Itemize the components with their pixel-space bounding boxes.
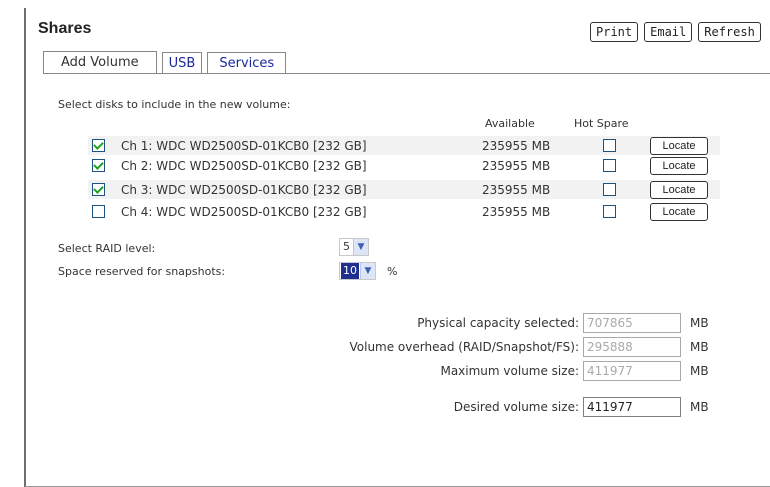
hot-spare-checkbox[interactable]: [603, 205, 616, 218]
locate-button[interactable]: Locate: [650, 136, 708, 155]
tab-usb[interactable]: USB: [161, 52, 203, 74]
physical-capacity-unit: MB: [690, 316, 709, 330]
snapshot-space-label: Space reserved for snapshots:: [58, 265, 226, 278]
disk-label: Ch 1: WDC WD2500SD-01KCB0 [232 GB]: [121, 138, 367, 153]
disk-available: 235955 MB: [482, 204, 551, 219]
tab-add-volume[interactable]: Add Volume: [43, 51, 157, 74]
volume-overhead-label: Volume overhead (RAID/Snapshot/FS):: [349, 340, 579, 354]
tab-services[interactable]: Services: [207, 52, 287, 74]
disk-available: 235955 MB: [482, 138, 551, 153]
print-button[interactable]: Print: [590, 22, 639, 42]
chevron-down-icon: ▼: [360, 263, 375, 279]
raid-level-value: 5: [343, 240, 350, 253]
locate-button[interactable]: Locate: [650, 156, 708, 175]
disk-label: Ch 3: WDC WD2500SD-01KCB0 [232 GB]: [121, 182, 367, 197]
physical-capacity-label: Physical capacity selected:: [417, 316, 579, 330]
disk-available: 235955 MB: [482, 158, 551, 173]
locate-button[interactable]: Locate: [650, 180, 708, 199]
available-column-header: Available: [485, 117, 535, 130]
top-toolbar: Print Email Refresh: [590, 22, 761, 42]
refresh-button[interactable]: Refresh: [698, 22, 761, 42]
max-volume-size-field: 411977: [583, 361, 681, 381]
max-volume-size-unit: MB: [690, 364, 709, 378]
hot-spare-checkbox[interactable]: [603, 159, 616, 172]
desired-volume-size-input[interactable]: 411977: [583, 397, 681, 417]
snapshot-unit: %: [387, 265, 398, 278]
page-title: Shares: [38, 20, 92, 37]
hot-spare-checkbox[interactable]: [603, 139, 616, 152]
disk-label: Ch 2: WDC WD2500SD-01KCB0 [232 GB]: [121, 158, 367, 173]
disk-include-checkbox[interactable]: [92, 183, 105, 196]
hot-spare-checkbox[interactable]: [603, 183, 616, 196]
disk-row: Ch 3: WDC WD2500SD-01KCB0 [232 GB] 23595…: [88, 180, 720, 199]
email-button[interactable]: Email: [644, 22, 693, 42]
desired-volume-size-unit: MB: [690, 400, 709, 414]
hot-spare-column-header: Hot Spare: [574, 117, 629, 130]
disk-row: Ch 2: WDC WD2500SD-01KCB0 [232 GB] 23595…: [88, 156, 720, 175]
max-volume-size-label: Maximum volume size:: [440, 364, 579, 378]
tab-bar: Add Volume USB Services: [43, 51, 287, 74]
chevron-down-icon: ▼: [353, 239, 368, 255]
raid-level-select[interactable]: 5 ▼: [339, 238, 369, 256]
snapshot-space-select[interactable]: 10 ▼: [339, 262, 376, 280]
snapshot-space-value: 10: [341, 263, 359, 279]
volume-overhead-unit: MB: [690, 340, 709, 354]
disk-select-prompt: Select disks to include in the new volum…: [58, 98, 291, 111]
disk-include-checkbox[interactable]: [92, 159, 105, 172]
disk-include-checkbox[interactable]: [92, 205, 105, 218]
locate-button[interactable]: Locate: [650, 202, 708, 221]
disk-label: Ch 4: WDC WD2500SD-01KCB0 [232 GB]: [121, 204, 367, 219]
physical-capacity-field: 707865: [583, 313, 681, 333]
disk-include-checkbox[interactable]: [92, 139, 105, 152]
desired-volume-size-label: Desired volume size:: [453, 400, 579, 414]
disk-row: Ch 1: WDC WD2500SD-01KCB0 [232 GB] 23595…: [88, 136, 720, 155]
disk-available: 235955 MB: [482, 182, 551, 197]
volume-overhead-field: 295888: [583, 337, 681, 357]
disk-row: Ch 4: WDC WD2500SD-01KCB0 [232 GB] 23595…: [88, 202, 720, 221]
raid-level-label: Select RAID level:: [58, 242, 156, 255]
